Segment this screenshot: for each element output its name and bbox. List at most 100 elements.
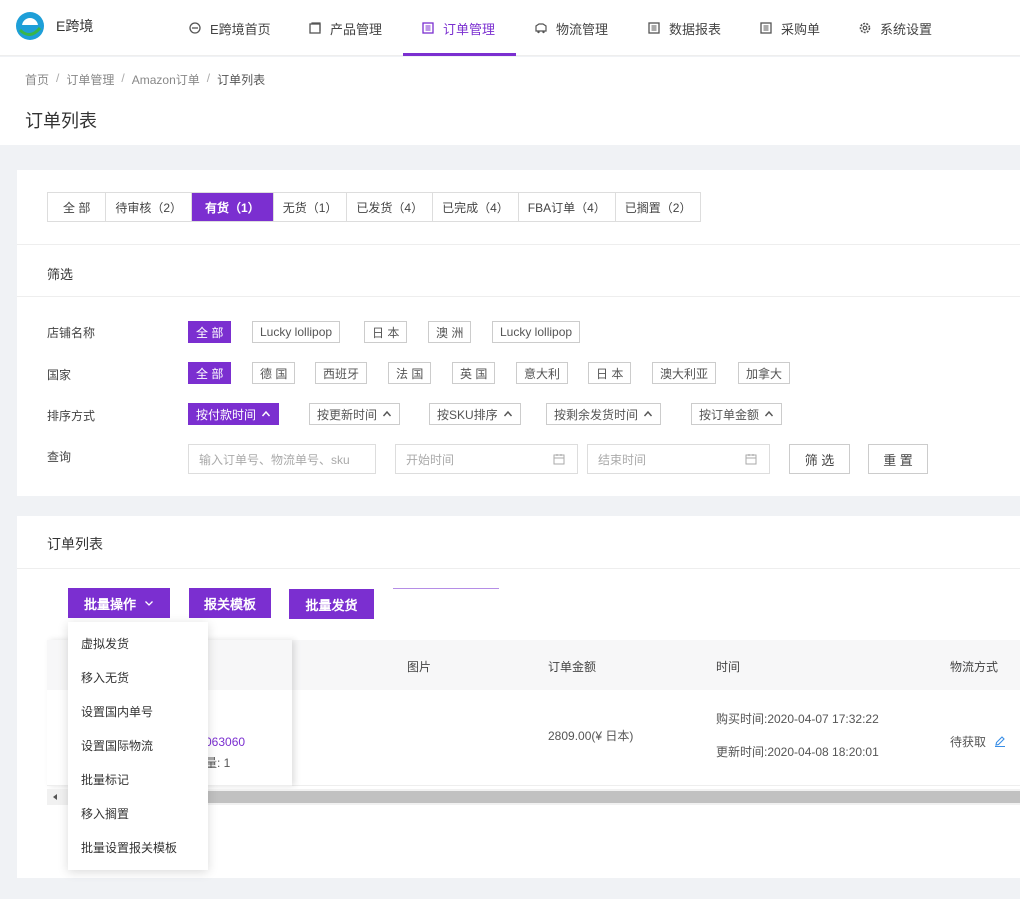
column-shipping[interactable]: 物流方式	[950, 658, 998, 675]
order-quantity: 量: 1	[205, 756, 231, 770]
nav-label: 数据报表	[669, 21, 722, 37]
column-time[interactable]: 时间	[716, 658, 740, 675]
store-chip[interactable]: Lucky lollipop	[492, 321, 581, 343]
sort-label-text: 按更新时间	[317, 407, 378, 422]
batch-ops-button[interactable]: 批量操作	[68, 588, 170, 618]
column-image[interactable]: 图片	[407, 658, 431, 675]
start-date-placeholder: 开始时间	[406, 452, 455, 467]
nav-label: 订单管理	[443, 21, 496, 37]
tab-in-stock[interactable]: 有货（1）	[192, 193, 274, 221]
end-date-input[interactable]: 结束时间	[587, 444, 770, 474]
nav-active-indicator	[403, 53, 516, 56]
sort-by-pay-time[interactable]: 按付款时间	[188, 403, 280, 425]
breadcrumb-amazon[interactable]: Amazon订单	[132, 71, 200, 88]
logo-icon	[16, 12, 44, 40]
breadcrumb-separator: /	[56, 71, 60, 85]
tab-out-of-stock[interactable]: 无货（1）	[274, 193, 348, 221]
edit-icon[interactable]	[994, 735, 1006, 747]
breadcrumb-home[interactable]: 首页	[25, 71, 49, 88]
truck-icon	[535, 23, 547, 34]
country-chip-all[interactable]: 全 部	[188, 362, 232, 384]
logo[interactable]: E跨境	[14, 10, 93, 42]
menu-item-set-intl-logistics[interactable]: 设置国际物流	[68, 728, 208, 762]
chevron-up-icon	[503, 410, 512, 417]
tab-pending-review[interactable]: 待审核（2）	[106, 193, 193, 221]
filter-button[interactable]: 筛 选	[789, 444, 850, 474]
store-chip[interactable]: Lucky lollipop	[252, 321, 341, 343]
country-chip[interactable]: 德 国	[252, 362, 296, 384]
chevron-up-icon	[643, 410, 653, 417]
decorative-line	[393, 588, 499, 589]
nav-item-products[interactable]: 产品管理	[308, 0, 382, 56]
query-label: 查询	[47, 450, 72, 464]
nav-item-logistics[interactable]: 物流管理	[534, 0, 608, 56]
nav-item-home[interactable]: E跨境首页	[188, 0, 271, 56]
tab-fba[interactable]: FBA订单（4）	[519, 193, 616, 221]
box-icon	[309, 22, 321, 34]
country-chip[interactable]: 日 本	[588, 362, 632, 384]
nav-item-settings[interactable]: 系统设置	[858, 0, 932, 56]
menu-item-batch-customs-template[interactable]: 批量设置报关模板	[68, 830, 208, 864]
tab-all[interactable]: 全 部	[48, 193, 107, 221]
divider	[17, 568, 1020, 569]
menu-item-move-out-of-stock[interactable]: 移入无货	[68, 660, 208, 694]
nav-item-orders[interactable]: 订单管理	[421, 0, 495, 56]
country-chip[interactable]: 法 国	[388, 362, 432, 384]
scroll-thumb[interactable]	[207, 791, 1020, 803]
menu-item-virtual-ship[interactable]: 虚拟发货	[68, 626, 208, 660]
order-number[interactable]: 063060	[205, 735, 245, 749]
country-chip[interactable]: 西班牙	[315, 362, 368, 384]
report-icon	[648, 22, 660, 34]
customs-template-button[interactable]: 报关模板	[189, 588, 271, 618]
gear-icon	[859, 22, 871, 34]
end-date-placeholder: 结束时间	[598, 452, 647, 467]
tab-completed[interactable]: 已完成（4）	[433, 193, 519, 221]
column-amount[interactable]: 订单金额	[548, 658, 596, 675]
country-chip[interactable]: 英 国	[452, 362, 496, 384]
arrow-left-icon	[53, 794, 57, 800]
store-chip[interactable]: 日 本	[364, 321, 408, 343]
nav-label: 产品管理	[330, 21, 383, 37]
nav-label: 物流管理	[556, 21, 609, 37]
shipping-method: 待获取	[950, 733, 1006, 750]
sort-by-update-time[interactable]: 按更新时间	[309, 403, 401, 425]
store-label: 店铺名称	[47, 326, 96, 340]
sort-by-sku[interactable]: 按SKU排序	[429, 403, 521, 425]
chevron-up-icon	[382, 410, 392, 417]
menu-item-set-domestic-no[interactable]: 设置国内单号	[68, 694, 208, 728]
store-chip-all[interactable]: 全 部	[188, 321, 232, 343]
chevron-down-icon	[145, 601, 153, 606]
reset-button[interactable]: 重 置	[868, 444, 928, 474]
breadcrumb: 首页 / 订单管理 / Amazon订单 / 订单列表	[25, 71, 265, 88]
update-time: 更新时间:2020-04-08 18:20:01	[716, 745, 879, 759]
purchase-time: 购买时间:2020-04-07 17:32:22	[716, 712, 879, 726]
batch-ship-button[interactable]: 批量发货	[289, 589, 374, 619]
top-nav: E跨境 E跨境首页 产品管理 订单管理 物流管理 数据报表 采购单 系统设置	[0, 0, 1020, 56]
start-date-input[interactable]: 开始时间	[395, 444, 578, 474]
scroll-left-button[interactable]	[47, 789, 63, 805]
breadcrumb-orders[interactable]: 订单管理	[66, 71, 114, 88]
store-chip[interactable]: 澳 洲	[428, 321, 472, 343]
nav-label: E跨境首页	[210, 21, 271, 37]
purchase-icon	[760, 22, 772, 34]
divider	[17, 296, 1020, 297]
tab-on-hold[interactable]: 已搁置（2）	[616, 193, 701, 221]
breadcrumb-current: 订单列表	[217, 73, 266, 87]
filter-title: 筛选	[47, 267, 74, 282]
sort-by-remaining-time[interactable]: 按剩余发货时间	[546, 403, 662, 425]
country-chip[interactable]: 澳大利亚	[652, 362, 717, 384]
tab-shipped[interactable]: 已发货（4）	[347, 193, 434, 221]
menu-item-move-on-hold[interactable]: 移入搁置	[68, 796, 208, 830]
country-chip[interactable]: 意大利	[516, 362, 569, 384]
search-input[interactable]: 输入订单号、物流单号、sku	[188, 444, 376, 474]
sort-label: 排序方式	[47, 409, 96, 423]
sort-by-amount[interactable]: 按订单金额	[691, 403, 783, 425]
nav-item-reports[interactable]: 数据报表	[647, 0, 721, 56]
menu-item-batch-mark[interactable]: 批量标记	[68, 762, 208, 796]
nav-item-purchase[interactable]: 采购单	[759, 0, 820, 56]
batch-ops-menu: 虚拟发货 移入无货 设置国内单号 设置国际物流 批量标记 移入搁置 批量设置报关…	[68, 622, 208, 870]
nav-label: 系统设置	[880, 21, 933, 37]
search-placeholder: 输入订单号、物流单号、sku	[199, 452, 350, 467]
status-tabs: 全 部 待审核（2） 有货（1） 无货（1） 已发货（4） 已完成（4） FBA…	[47, 192, 702, 222]
country-chip[interactable]: 加拿大	[738, 362, 791, 384]
